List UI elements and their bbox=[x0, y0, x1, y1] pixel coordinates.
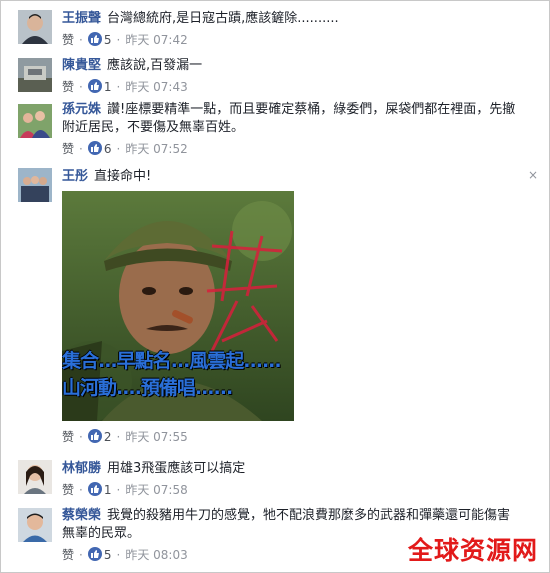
like-button[interactable]: 赞 bbox=[62, 33, 74, 47]
comment-text: 應該說,百發漏一 bbox=[107, 58, 203, 73]
avatar[interactable] bbox=[18, 104, 52, 138]
like-count[interactable]: 2 bbox=[104, 430, 112, 444]
comment-author[interactable]: 蔡榮榮 bbox=[62, 508, 101, 523]
comment-time[interactable]: 07:43 bbox=[153, 80, 188, 94]
comment-author[interactable]: 王振聲 bbox=[62, 11, 101, 26]
avatar[interactable] bbox=[18, 10, 52, 44]
comment-author[interactable]: 王彤 bbox=[62, 169, 88, 184]
like-button[interactable]: 赞 bbox=[62, 430, 74, 444]
avatar[interactable] bbox=[18, 508, 52, 542]
comment-meta: 赞 · 1 · 昨天 07:43 bbox=[62, 79, 188, 94]
thumbs-up-icon bbox=[87, 32, 102, 46]
like-button[interactable]: 赞 bbox=[62, 548, 74, 562]
meme-caption-2: 山河動....預備唱...... bbox=[62, 377, 233, 399]
comment-meta: 赞 · 1 · 昨天 07:58 bbox=[62, 482, 188, 497]
thumbs-up-icon bbox=[87, 482, 102, 496]
comment-time[interactable]: 08:03 bbox=[153, 548, 188, 562]
comment-text: 用雄3飛蛋應該可以搞定 bbox=[107, 461, 246, 476]
close-icon[interactable]: × bbox=[528, 168, 538, 182]
comment-time[interactable]: 07:52 bbox=[153, 142, 188, 156]
like-button[interactable]: 赞 bbox=[62, 142, 74, 156]
thumbs-up-icon bbox=[87, 429, 102, 443]
comment-day: 昨天 bbox=[125, 430, 150, 444]
thumbs-up-icon bbox=[87, 547, 102, 561]
like-count[interactable]: 6 bbox=[104, 142, 112, 156]
comment-day: 昨天 bbox=[125, 80, 150, 94]
comment-time[interactable]: 07:55 bbox=[153, 430, 188, 444]
avatar[interactable] bbox=[18, 58, 52, 92]
like-button[interactable]: 赞 bbox=[62, 483, 74, 497]
like-count[interactable]: 5 bbox=[104, 548, 112, 562]
comment-author[interactable]: 孫元姝 bbox=[62, 102, 101, 117]
comment-text: 直接命中! bbox=[94, 169, 152, 184]
comment-meta: 赞 · 2 · 昨天 07:55 bbox=[62, 429, 188, 444]
comment-author[interactable]: 陳貴堅 bbox=[62, 58, 101, 73]
avatar[interactable] bbox=[18, 168, 52, 202]
comment-meta: 赞 · 6 · 昨天 07:52 bbox=[62, 141, 188, 156]
comment-day: 昨天 bbox=[125, 548, 150, 562]
like-count[interactable]: 5 bbox=[104, 33, 112, 47]
thumbs-up-icon bbox=[87, 141, 102, 155]
comment-time[interactable]: 07:42 bbox=[153, 33, 188, 47]
comment-day: 昨天 bbox=[125, 483, 150, 497]
like-count[interactable]: 1 bbox=[104, 483, 112, 497]
thumbs-up-icon bbox=[87, 79, 102, 93]
like-count[interactable]: 1 bbox=[104, 80, 112, 94]
comment-time[interactable]: 07:58 bbox=[153, 483, 188, 497]
avatar[interactable] bbox=[18, 460, 52, 494]
watermark: 全球资源网 bbox=[407, 536, 538, 565]
comment-text: 台灣總統府,是日寇古蹟,應該鏟除.......... bbox=[107, 11, 339, 26]
comment-text: 讚!座標要精準一點，而且要確定蔡桶，綠委們，屎袋們都在裡面，先撤附近居民，不要傷… bbox=[62, 102, 516, 135]
comment-image[interactable]: 集合...早點名...風雲起...... 山河動....預備唱...... bbox=[62, 191, 294, 421]
comment-meta: 赞 · 5 · 昨天 07:42 bbox=[62, 32, 188, 47]
comment-author[interactable]: 林郁勝 bbox=[62, 461, 101, 476]
comment-day: 昨天 bbox=[125, 33, 150, 47]
comment-day: 昨天 bbox=[125, 142, 150, 156]
meme-caption-1: 集合...早點名...風雲起...... bbox=[62, 350, 282, 372]
like-button[interactable]: 赞 bbox=[62, 80, 74, 94]
